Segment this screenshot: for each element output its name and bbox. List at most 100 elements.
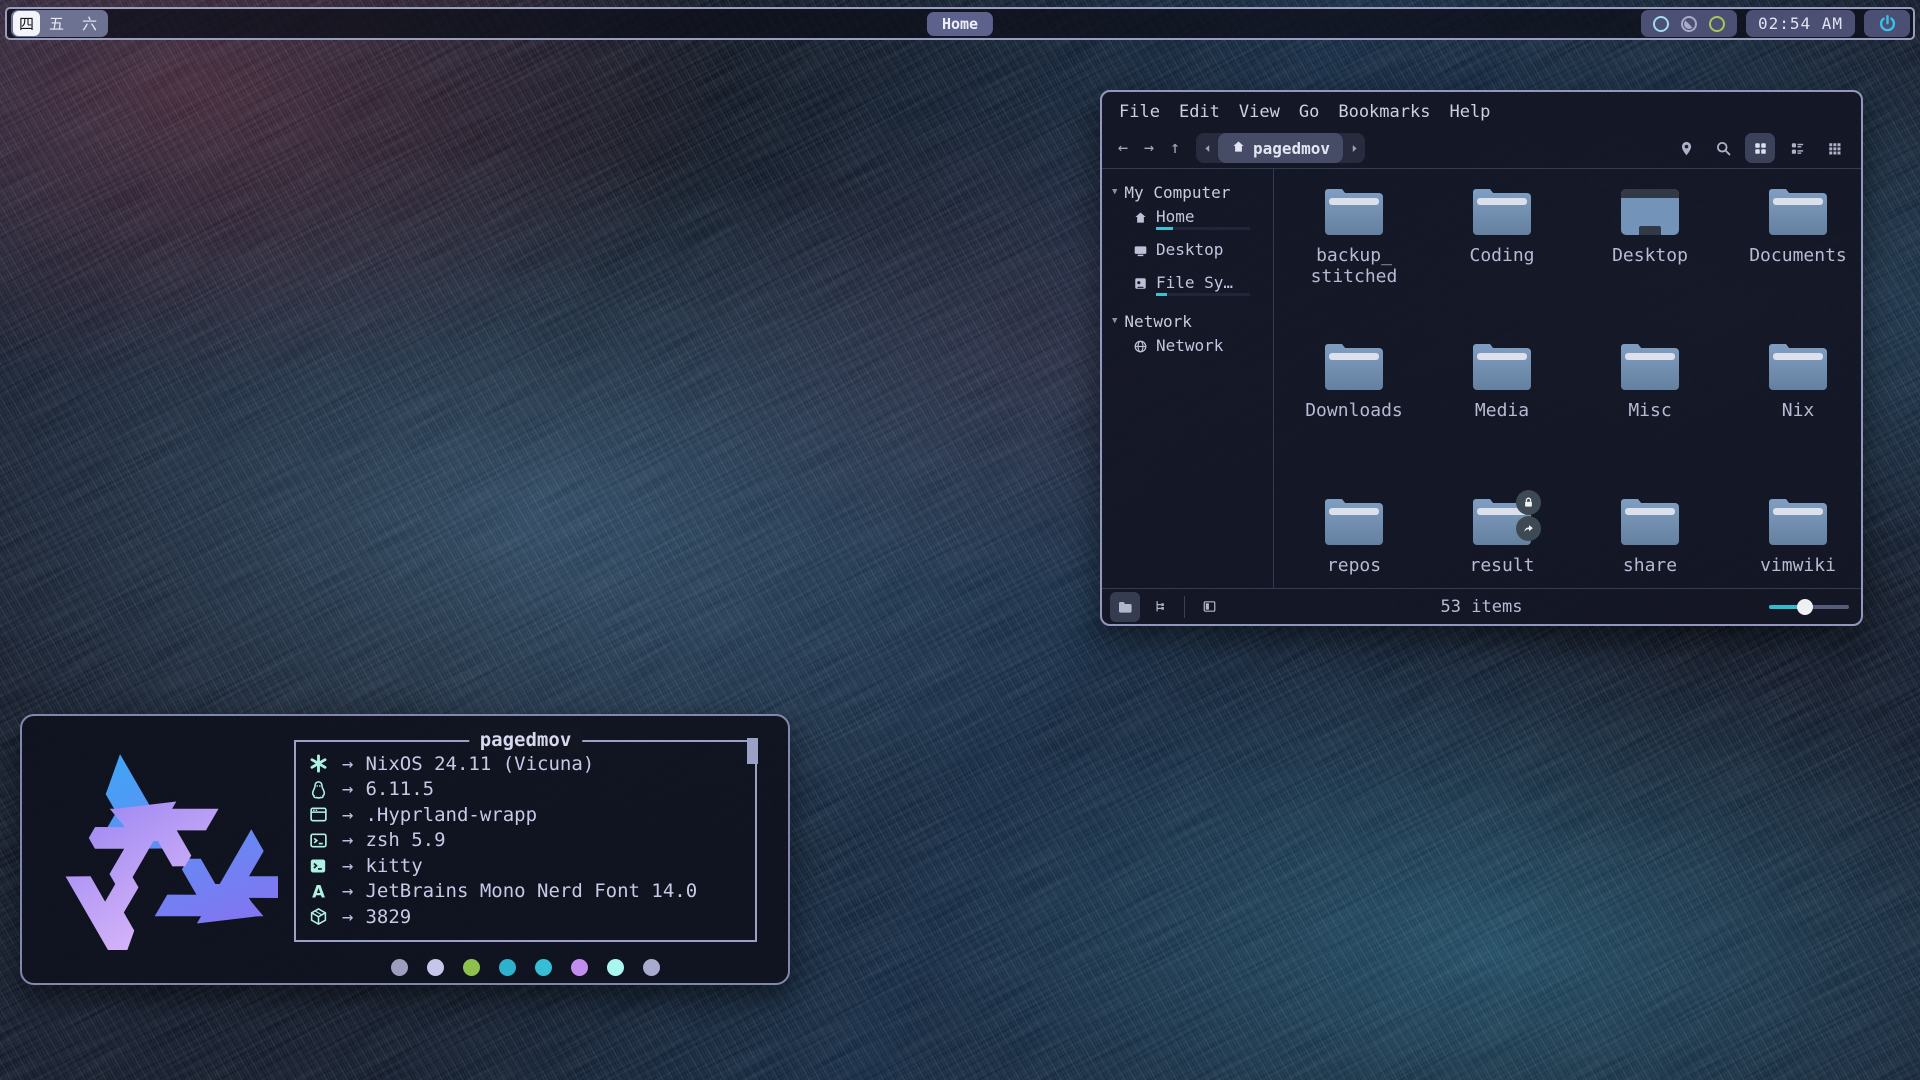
file-item-Desktop[interactable]: Desktop <box>1576 186 1724 341</box>
search-icon[interactable] <box>1708 133 1738 163</box>
palette-dot-4 <box>535 959 552 976</box>
file-item-label: Coding <box>1469 245 1534 266</box>
clock-pill[interactable]: 02:54 AM <box>1746 10 1855 37</box>
sidebar-item-label: File Sy… <box>1156 273 1250 292</box>
tree-pane-button[interactable] <box>1145 592 1175 622</box>
menu-edit[interactable]: Edit <box>1179 102 1220 122</box>
lock-emblem-icon <box>1516 490 1541 515</box>
fetch-value: JetBrains Mono Nerd Font 14.0 <box>365 880 697 902</box>
sidebar-item-label: Network <box>1156 336 1223 355</box>
zoom-slider-knob[interactable] <box>1797 599 1813 615</box>
folder-icon <box>1325 499 1383 545</box>
detailed-view-button[interactable] <box>1819 133 1849 163</box>
active-window-title: Home <box>927 12 993 36</box>
sidebar-item-filesy[interactable]: File Sy… <box>1112 273 1273 306</box>
forward-button[interactable]: → <box>1136 135 1162 161</box>
fetch-value: 6.11.5 <box>365 778 434 800</box>
status-ring-cyan <box>1653 16 1669 32</box>
status-ring-lavender-fill <box>1684 19 1694 29</box>
path-scroll-right-icon[interactable] <box>1343 143 1365 154</box>
clock: 02:54 AM <box>1758 14 1843 33</box>
workspace-2[interactable]: 五 <box>40 11 73 36</box>
path-bar: pagedmov <box>1196 133 1365 163</box>
item-count: 53 items <box>1441 597 1523 617</box>
file-item-label: Nix <box>1782 400 1815 421</box>
file-item-share[interactable]: share <box>1576 496 1724 588</box>
file-item-label: Downloads <box>1305 400 1403 421</box>
back-button[interactable]: ← <box>1110 135 1136 161</box>
path-scroll-left-icon[interactable] <box>1196 143 1218 154</box>
arrow-glyph: → <box>342 804 353 826</box>
desktop-folder-icon <box>1621 189 1679 235</box>
sidebar-item-network[interactable]: Network <box>1112 336 1273 369</box>
fetch-value: NixOS 24.11 (Vicuna) <box>365 753 594 775</box>
menu-file[interactable]: File <box>1119 102 1160 122</box>
workspace-1[interactable]: 四 <box>13 11 40 36</box>
sidebar-item-desktop[interactable]: Desktop <box>1112 240 1273 273</box>
folder-icon <box>1325 344 1383 390</box>
arrow-glyph: → <box>342 880 353 902</box>
places-pane-button[interactable] <box>1110 592 1140 622</box>
folder-icon <box>1769 189 1827 235</box>
menu-go[interactable]: Go <box>1299 102 1319 122</box>
file-item-Media[interactable]: Media <box>1428 341 1576 496</box>
file-item-label: share <box>1623 555 1677 576</box>
package-icon <box>306 907 330 926</box>
folder-icon <box>1621 344 1679 390</box>
palette-dot-5 <box>571 959 588 976</box>
path-segment-home[interactable]: pagedmov <box>1218 133 1343 163</box>
file-item-Downloads[interactable]: Downloads <box>1280 341 1428 496</box>
sidebar-item-label: Home <box>1156 207 1250 226</box>
status-bar: 53 items <box>1102 588 1861 624</box>
status-ring-lavender <box>1681 16 1697 32</box>
power-icon <box>1878 14 1897 33</box>
collapse-triangle-icon[interactable]: ▼ <box>1112 187 1117 197</box>
status-rings-pill[interactable] <box>1641 10 1737 37</box>
location-pin-icon[interactable] <box>1671 133 1701 163</box>
workspace-3[interactable]: 六 <box>73 11 106 36</box>
terminal-window[interactable]: pagedmov →NixOS 24.11 (Vicuna)→6.11.5→.H… <box>20 714 790 985</box>
sidebar-group-network[interactable]: ▼ Network <box>1112 306 1273 336</box>
fetch-line-wm: →.Hyprland-wrapp <box>306 802 743 828</box>
nixos-logo <box>50 750 278 950</box>
palette-dot-2 <box>463 959 480 976</box>
folder-icon <box>1769 344 1827 390</box>
arrow-glyph: → <box>342 906 353 928</box>
file-manager-toolbar: ← → ↑ pagedmov <box>1102 128 1861 168</box>
disk-usage-bar <box>1156 293 1250 296</box>
terminal-color-palette <box>294 959 757 976</box>
wm-icon <box>306 805 330 824</box>
file-item-result[interactable]: result <box>1428 496 1576 588</box>
file-item-label: Media <box>1475 400 1529 421</box>
zoom-slider[interactable] <box>1769 599 1849 615</box>
sidebar-group-my-computer[interactable]: ▼My Computer <box>1112 177 1273 207</box>
sidebar-group-label: Network <box>1124 312 1191 331</box>
terminal-icon <box>306 857 330 875</box>
menu-view[interactable]: View <box>1239 102 1280 122</box>
file-item-Coding[interactable]: Coding <box>1428 186 1576 341</box>
toolbar-right-icons <box>1671 133 1849 163</box>
sidebar-item-home[interactable]: Home <box>1112 207 1273 240</box>
file-item-Misc[interactable]: Misc <box>1576 341 1724 496</box>
drive-icon <box>1133 276 1148 295</box>
file-item-backup__stitched[interactable]: backup_ stitched <box>1280 186 1428 341</box>
menu-help[interactable]: Help <box>1449 102 1490 122</box>
fetch-line-package: →3829 <box>306 904 743 930</box>
compact-view-button[interactable] <box>1782 133 1812 163</box>
file-item-repos[interactable]: repos <box>1280 496 1428 588</box>
globe-icon <box>1133 339 1148 358</box>
folder-icon <box>1473 344 1531 390</box>
collapse-triangle-icon[interactable]: ▼ <box>1112 316 1117 326</box>
icon-view-button[interactable] <box>1745 133 1775 163</box>
statusbar-separator <box>1184 596 1185 618</box>
file-item-Documents[interactable]: Documents <box>1724 186 1861 341</box>
folder-icon <box>1769 499 1827 545</box>
file-item-label: result <box>1469 555 1534 576</box>
menu-bookmarks[interactable]: Bookmarks <box>1338 102 1430 122</box>
toggle-sidebar-button[interactable] <box>1194 592 1224 622</box>
power-button[interactable] <box>1864 10 1910 37</box>
arrow-glyph: → <box>342 829 353 851</box>
up-button[interactable]: ↑ <box>1162 135 1188 161</box>
file-item-Nix[interactable]: Nix <box>1724 341 1861 496</box>
file-item-vimwiki[interactable]: vimwiki <box>1724 496 1861 588</box>
